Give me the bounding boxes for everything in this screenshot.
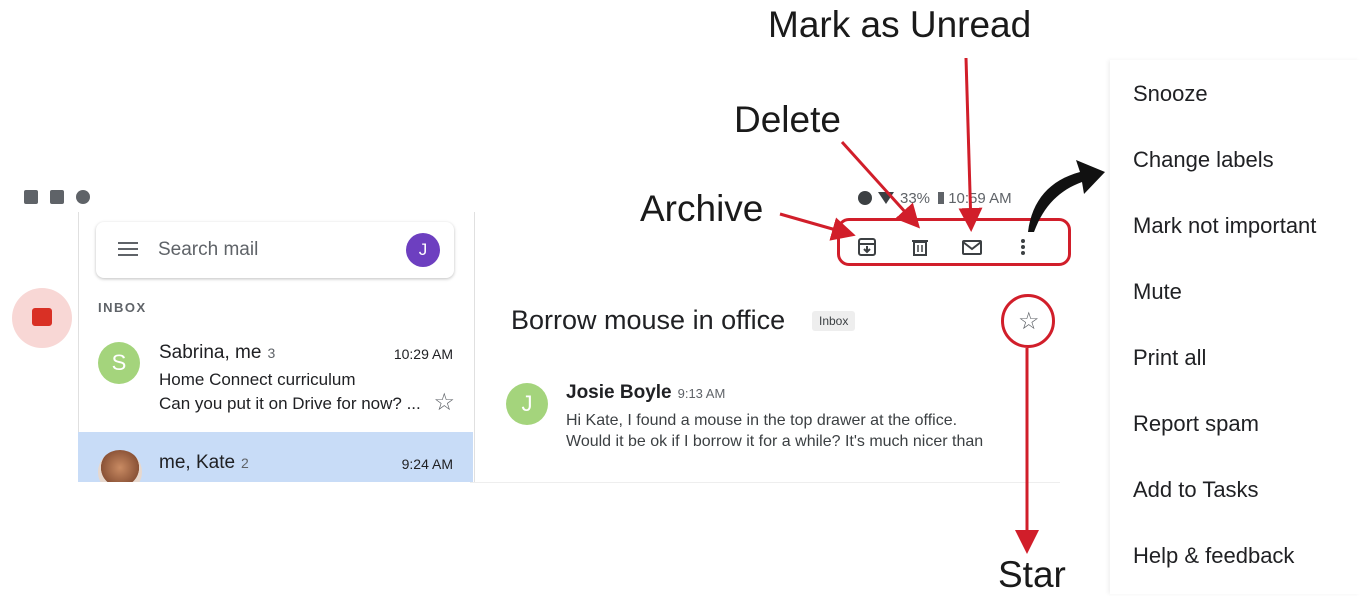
menu-item-mute[interactable]: Mute: [1133, 279, 1182, 305]
menu-item-print-all[interactable]: Print all: [1133, 345, 1206, 371]
menu-item-mark-not-important[interactable]: Mark not important: [1133, 213, 1316, 239]
archive-arrow: [779, 212, 856, 241]
annotation-archive: Archive: [640, 188, 764, 229]
delete-arrow: [840, 140, 921, 229]
menu-item-snooze[interactable]: Snooze: [1133, 81, 1208, 107]
overflow-menu: [1110, 60, 1360, 594]
annotation-star: Star: [998, 554, 1066, 595]
menu-curved-arrow: [1028, 160, 1105, 232]
mark-unread-arrow: [958, 57, 983, 232]
menu-item-report-spam[interactable]: Report spam: [1133, 411, 1259, 437]
menu-item-add-to-tasks[interactable]: Add to Tasks: [1133, 477, 1259, 503]
menu-item-help-feedback[interactable]: Help & feedback: [1133, 543, 1294, 569]
annotation-delete: Delete: [734, 99, 841, 140]
menu-item-change-labels[interactable]: Change labels: [1133, 147, 1274, 173]
annotation-mark-as-unread: Mark as Unread: [768, 4, 1032, 45]
